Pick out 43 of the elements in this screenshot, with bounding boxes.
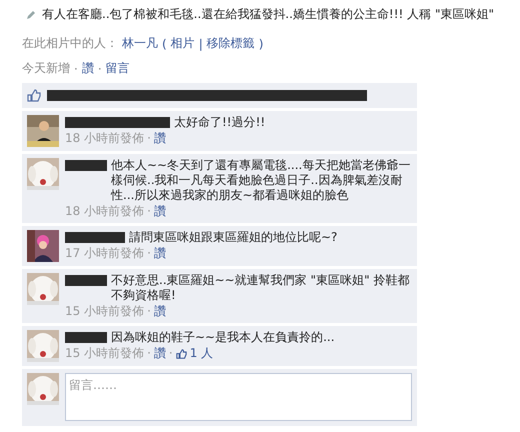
dot-separator: ·	[147, 131, 151, 146]
comment-input-field[interactable]: 留言……	[65, 373, 412, 421]
dot-separator: ·	[147, 346, 151, 361]
dot-separator: ·	[147, 204, 151, 219]
dot-separator: ·	[98, 62, 102, 76]
thumbs-up-icon	[176, 348, 187, 358]
bracket-text: )	[258, 36, 264, 50]
comment-link[interactable]: 留言	[106, 60, 130, 77]
comment-time: 17 小時前發佈	[65, 246, 144, 261]
thumbs-up-icon	[27, 89, 41, 102]
like-link[interactable]: 讚	[154, 246, 166, 261]
redaction-bar	[65, 160, 107, 171]
bracket-text: (	[162, 36, 167, 50]
tagged-name-link[interactable]: 林一凡	[122, 35, 158, 52]
divider-text: |	[198, 36, 203, 50]
photos-link[interactable]: 相片	[170, 35, 195, 52]
dot-separator: ·	[168, 346, 173, 361]
redaction-bar	[65, 275, 107, 286]
dot-separator: ·	[147, 246, 151, 261]
caption-text: 有人在客廳..包了棉被和毛毯..還在給我猛發抖..嬌生慣養的公主命!!! 人稱 "東區咪姐"	[42, 6, 494, 23]
likes-count-link[interactable]: 1 人	[190, 346, 214, 361]
comment-text: 他本人~~冬天到了還有專屬電毯....每天把她當老佛爺一樣伺候..我和一凡每天看她臉色過日子..因為脾氣差沒耐性...所以來過我家的朋友~都看過咪姐的臉色	[111, 158, 412, 203]
like-link[interactable]: 讚	[154, 131, 166, 146]
comment-time: 18 小時前發佈	[65, 131, 144, 146]
like-link[interactable]: 讚	[154, 304, 166, 319]
redaction-bar	[65, 232, 125, 243]
comment-time: 15 小時前發佈	[65, 304, 144, 319]
redaction-bar	[65, 332, 107, 343]
dot-separator: ·	[147, 304, 151, 319]
comment-time: 15 小時前發佈	[65, 346, 144, 361]
like-link[interactable]: 讚	[154, 204, 166, 219]
dot-separator: ·	[74, 62, 78, 76]
comment-text: 不好意思..東區羅姐~~就連幫我們家 "東區咪姐" 拎鞋都不夠資格喔!	[111, 273, 410, 303]
comment-time: 18 小時前發佈	[65, 204, 144, 219]
pencil-icon	[26, 10, 36, 20]
comment-text: 太好命了!!過分!!	[174, 115, 266, 130]
like-link[interactable]: 讚	[82, 60, 94, 77]
comment-text: 因為咪姐的鞋子~~是我本人在負責拎的...	[111, 330, 336, 345]
remove-tag-link[interactable]: 移除標籤	[206, 35, 255, 52]
like-link[interactable]: 讚	[154, 346, 166, 361]
post-time: 今天新增	[22, 60, 70, 77]
tagged-label: 在此相片中的人：	[22, 35, 118, 52]
comment-text: 請問東區咪姐跟東區羅姐的地位比呢~?	[129, 230, 338, 245]
